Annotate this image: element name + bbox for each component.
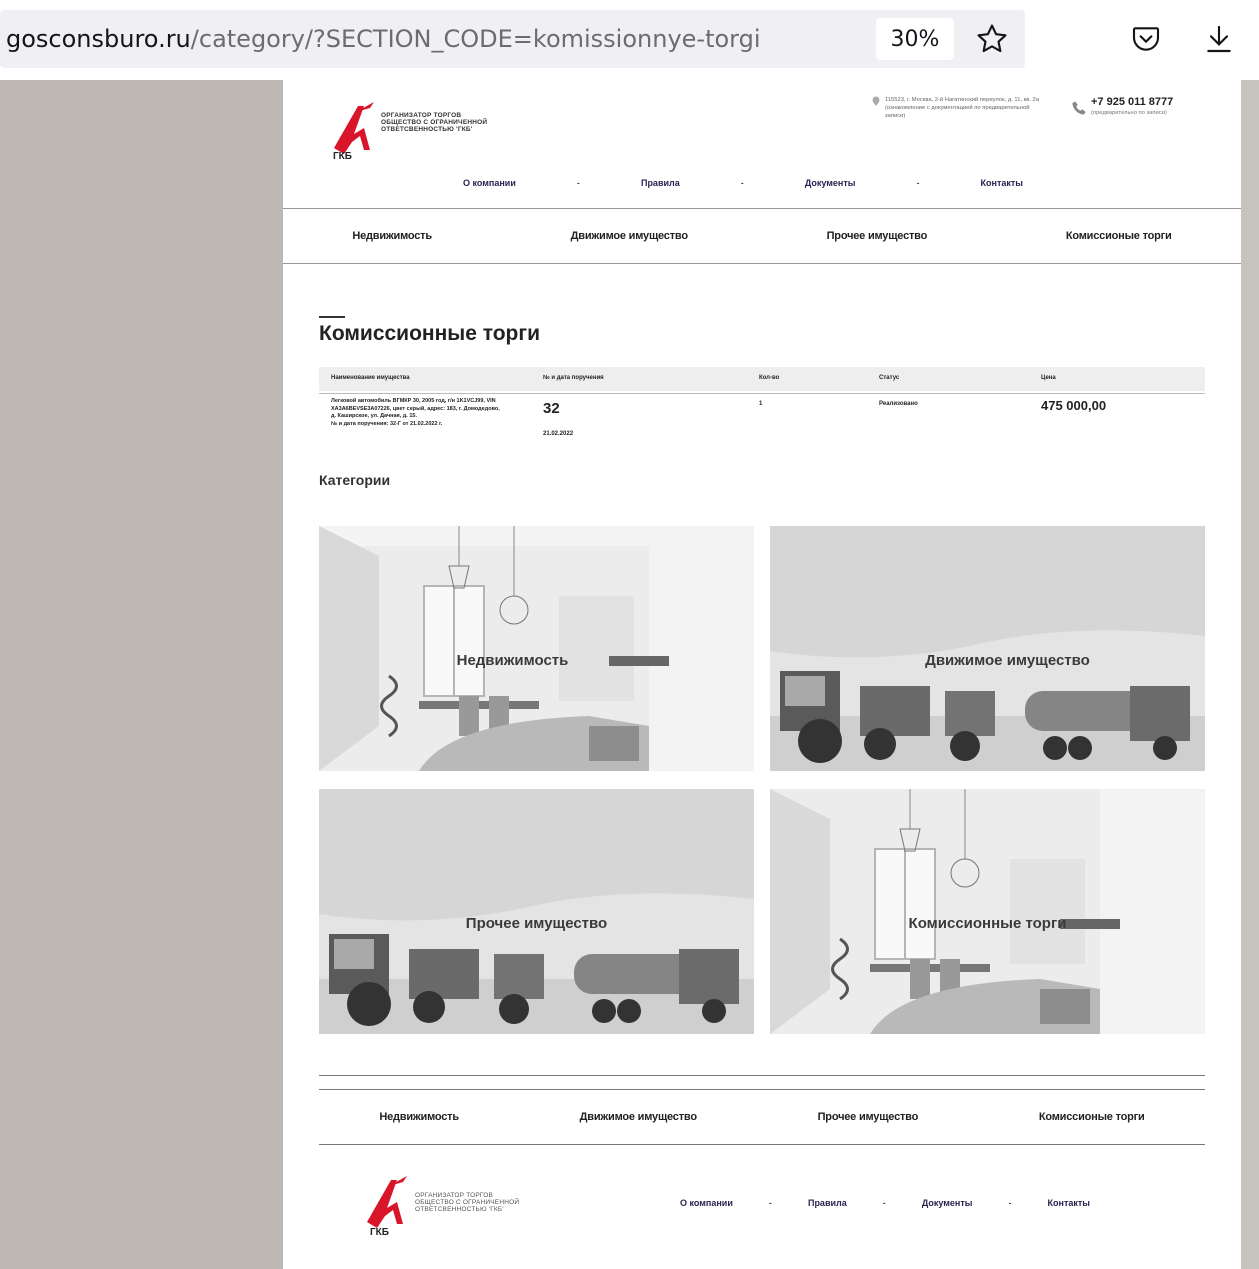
- col-name: Наименование имущества: [331, 375, 410, 381]
- zoom-level-button[interactable]: 30%: [876, 18, 954, 60]
- footer-category-nav: Недвижимость Движимое имущество Прочее и…: [319, 1089, 1205, 1145]
- url-text: gosconsburo.ru/category/?SECTION_CODE=ko…: [0, 25, 761, 53]
- catnav-other[interactable]: Прочее имущество: [827, 230, 928, 242]
- title-accent-line: [319, 316, 345, 318]
- categories-heading: Категории: [319, 472, 391, 488]
- phone-note: (предварительно по записи): [1091, 110, 1167, 116]
- page-content: ОРГАНИЗАТОР ТОРГОВ ОБЩЕСТВО С ОГРАНИЧЕНН…: [283, 80, 1241, 1269]
- url-host: gosconsburo.ru: [6, 25, 191, 53]
- row-price: 475 000,00: [1041, 398, 1107, 413]
- nav-about[interactable]: О компании: [463, 178, 516, 188]
- category-card-commission[interactable]: Комиссионные торги: [770, 789, 1205, 1034]
- category-card-other[interactable]: Прочее имущество: [319, 789, 754, 1034]
- machinery-photo-icon: [319, 789, 754, 1034]
- logo-line: ОТВЕТСВЕННОСТЬЮ 'ГКБ': [381, 126, 473, 133]
- address-block: 115523, г. Москва, 2-й Нагатинский переу…: [871, 96, 1051, 120]
- interior-photo-icon: [770, 789, 1205, 1034]
- col-price: Цена: [1041, 375, 1056, 381]
- col-qty: Кол-во: [759, 375, 780, 381]
- card-label: Недвижимость: [456, 652, 569, 669]
- catnav-movable[interactable]: Движимое имущество: [571, 230, 688, 242]
- nav-separator: -: [576, 178, 580, 188]
- logo-abbr: ГКБ: [333, 151, 352, 162]
- catnav-real-estate[interactable]: Недвижимость: [352, 230, 432, 242]
- row-lot-date: 21.02.2022: [543, 431, 574, 437]
- phone-block: +7 925 011 8777 (предварительно по запис…: [1071, 96, 1201, 116]
- footnav-commission[interactable]: Комиссионые торги: [1039, 1111, 1145, 1123]
- card-label: Комиссионные торги: [908, 915, 1067, 932]
- col-order: № и дата поручения: [543, 375, 604, 381]
- catnav-commission[interactable]: Комиссионые торги: [1066, 230, 1172, 242]
- category-nav: Недвижимость Движимое имущество Прочее и…: [283, 208, 1241, 264]
- nav-separator: -: [916, 178, 920, 188]
- footer-nav-about[interactable]: О компании: [680, 1198, 733, 1208]
- address-text: 115523, г. Москва, 2-й Нагатинский переу…: [885, 97, 1039, 119]
- logo-line: ОБЩЕСТВО С ОГРАНИЧЕННОЙ: [381, 119, 488, 126]
- star-icon[interactable]: [973, 20, 1011, 58]
- footer-nav-documents[interactable]: Документы: [922, 1198, 973, 1208]
- nav-contacts[interactable]: Контакты: [981, 178, 1023, 188]
- card-label: Движимое имущество: [925, 652, 1090, 669]
- logo-line: ОРГАНИЗАТОР ТОРГОВ: [415, 1192, 494, 1199]
- footnav-real-estate[interactable]: Недвижимость: [379, 1111, 459, 1123]
- interior-photo-icon: [319, 526, 754, 771]
- row-description-note: № и дата поручения: 32-Г от 21.02.2022 г…: [331, 420, 443, 427]
- logo-text: ОРГАНИЗАТОР ТОРГОВ ОБЩЕСТВО С ОГРАНИЧЕНН…: [381, 112, 487, 133]
- nav-documents[interactable]: Документы: [805, 178, 856, 188]
- logo-line: ОРГАНИЗАТОР ТОРГОВ: [381, 112, 462, 119]
- phone-number[interactable]: +7 925 011 8777: [1091, 96, 1173, 108]
- footer-nav-contacts[interactable]: Контакты: [1048, 1198, 1090, 1208]
- browser-toolbar: gosconsburo.ru/category/?SECTION_CODE=ko…: [0, 0, 1259, 80]
- location-icon: [872, 96, 880, 106]
- nav-separator: -: [1008, 1198, 1012, 1208]
- row-quantity: 1: [759, 401, 763, 407]
- page-scrollbar[interactable]: [1241, 80, 1259, 1269]
- table-row[interactable]: Легковой автомобиль ВГМКР 30, 2005 год, …: [319, 393, 1205, 453]
- category-card-movable[interactable]: Движимое имущество: [770, 526, 1205, 771]
- logo-line: ОБЩЕСТВО С ОГРАНИЧЕННОЙ: [415, 1199, 520, 1206]
- card-label: Прочее имущество: [465, 915, 608, 932]
- footer-logo-abbr: ГКБ: [370, 1227, 389, 1238]
- page-title: Комиссионные торги: [319, 322, 541, 345]
- nav-separator: -: [740, 178, 744, 188]
- category-card-real-estate[interactable]: Недвижимость: [319, 526, 754, 771]
- row-description: Легковой автомобиль ВГМКР 30, 2005 год, …: [331, 398, 501, 428]
- row-lot-number: 32: [543, 400, 560, 417]
- logo-line: ОТВЕТСВЕННОСТЬЮ 'ГКБ': [415, 1206, 504, 1213]
- machinery-photo-icon: [770, 526, 1205, 771]
- footer-divider: [319, 1075, 1205, 1076]
- row-status: Реализовано: [879, 401, 918, 407]
- url-bar[interactable]: gosconsburo.ru/category/?SECTION_CODE=ko…: [0, 10, 1025, 68]
- footer-logo-text: ОРГАНИЗАТОР ТОРГОВ ОБЩЕСТВО С ОГРАНИЧЕНН…: [415, 1192, 519, 1213]
- phone-icon: [1072, 101, 1086, 115]
- table-header: Наименование имущества № и дата поручени…: [319, 367, 1205, 391]
- top-nav: О компании - Правила - Документы - Конта…: [463, 178, 1023, 188]
- col-status: Статус: [879, 375, 900, 381]
- page-background-left: [0, 80, 283, 1269]
- footnav-other[interactable]: Прочее имущество: [818, 1111, 919, 1123]
- url-path: /category/?SECTION_CODE=komissionnye-tor…: [190, 25, 761, 53]
- footer-nav: О компании - Правила - Документы - Конта…: [680, 1198, 1090, 1208]
- row-description-text: Легковой автомобиль ВГМКР 30, 2005 год, …: [331, 398, 500, 419]
- nav-rules[interactable]: Правила: [641, 178, 680, 188]
- footer-nav-rules[interactable]: Правила: [808, 1198, 847, 1208]
- download-icon[interactable]: [1200, 20, 1238, 58]
- nav-separator: -: [882, 1198, 886, 1208]
- nav-separator: -: [768, 1198, 772, 1208]
- footnav-movable[interactable]: Движимое имущество: [580, 1111, 697, 1123]
- pocket-icon[interactable]: [1127, 20, 1165, 58]
